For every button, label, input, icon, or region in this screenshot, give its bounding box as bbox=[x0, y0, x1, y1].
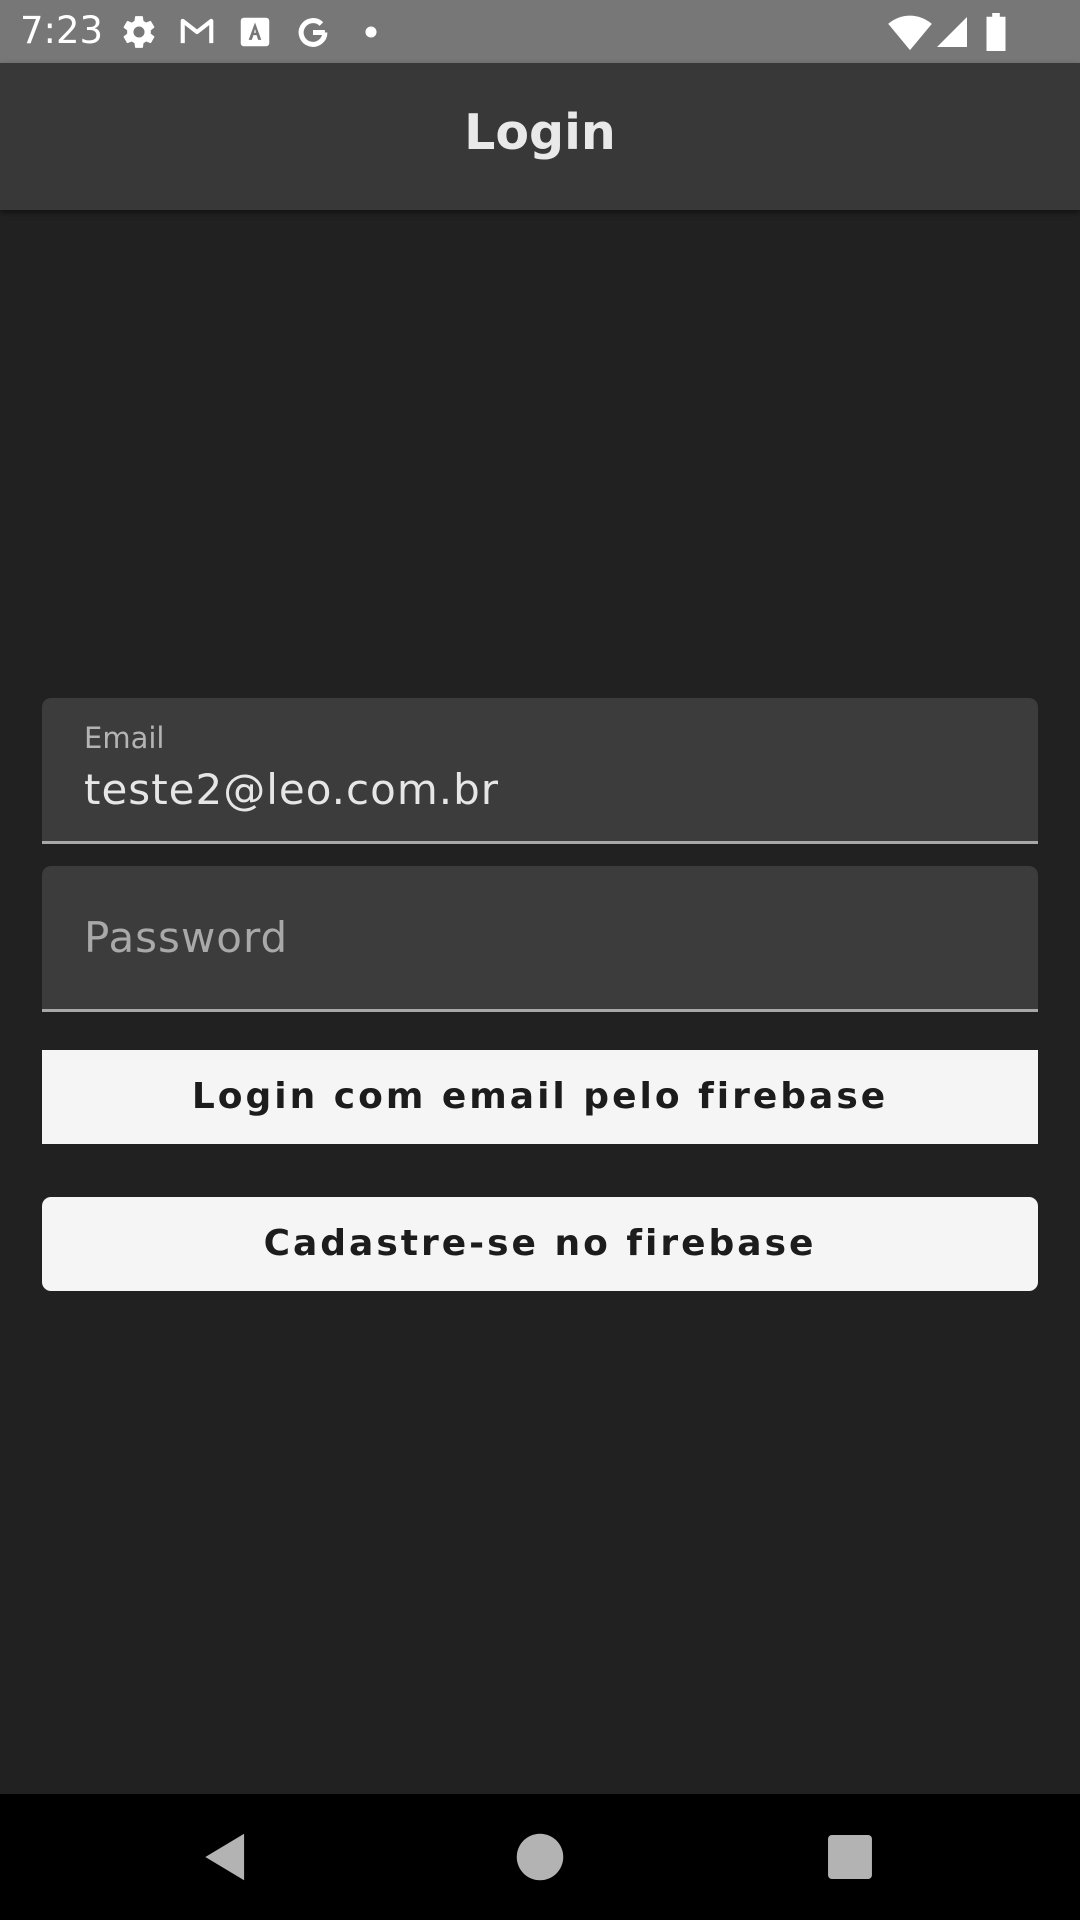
email-input[interactable] bbox=[84, 764, 984, 816]
navigation-bar bbox=[0, 1794, 1080, 1920]
password-field[interactable]: Password bbox=[42, 866, 1038, 1012]
gear-icon bbox=[120, 13, 158, 51]
status-time: 7:23 bbox=[20, 9, 104, 52]
back-icon[interactable] bbox=[195, 1826, 257, 1888]
recents-icon[interactable] bbox=[819, 1826, 881, 1888]
text-icon bbox=[236, 13, 274, 51]
status-bar: 7:23 bbox=[0, 0, 1080, 63]
register-firebase-button[interactable]: Cadastre-se no firebase bbox=[42, 1197, 1038, 1291]
battery-icon bbox=[984, 13, 1008, 51]
app-bar: Login bbox=[0, 63, 1080, 210]
email-field-label: Email bbox=[84, 721, 165, 755]
password-placeholder: Password bbox=[84, 913, 289, 962]
home-icon[interactable] bbox=[509, 1826, 571, 1888]
signal-icon bbox=[934, 14, 970, 50]
dot-icon bbox=[352, 13, 390, 51]
email-field[interactable]: Email bbox=[42, 698, 1038, 844]
login-email-firebase-button[interactable]: Login com email pelo firebase bbox=[42, 1050, 1038, 1144]
wifi-icon bbox=[888, 12, 932, 52]
google-icon bbox=[294, 13, 332, 51]
gmail-icon bbox=[178, 13, 216, 51]
login-screen: 7:23 Login Email teste2@leo.com.br Passw… bbox=[0, 0, 1080, 1920]
page-title: Login bbox=[464, 104, 616, 161]
